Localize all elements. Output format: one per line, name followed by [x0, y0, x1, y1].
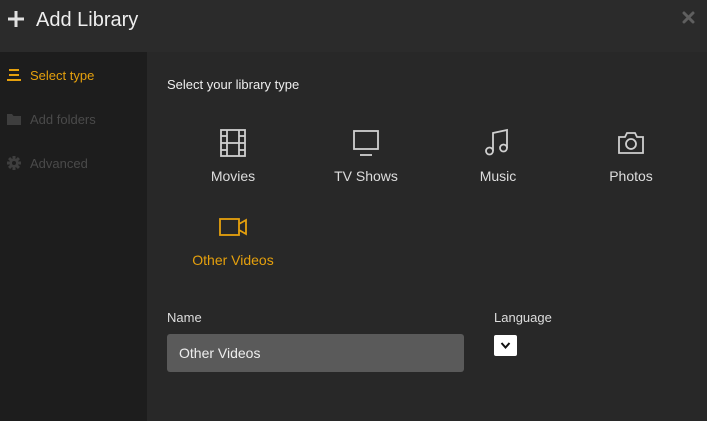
language-select[interactable]: [494, 335, 517, 356]
type-movies[interactable]: Movies: [168, 128, 298, 198]
folder-icon: [7, 114, 21, 125]
sidebar-item-select-type[interactable]: Select type: [6, 64, 144, 86]
main-panel: Select your library type Movies TV Shows…: [147, 52, 707, 421]
type-other-videos[interactable]: Other Videos: [168, 212, 298, 282]
camera-icon: [618, 132, 644, 154]
sidebar-item-label: Select type: [30, 67, 95, 83]
dialog-header: Add Library: [0, 0, 707, 52]
chevron-down-icon: [500, 342, 511, 350]
name-input[interactable]: [167, 334, 464, 372]
type-label: Movies: [210, 168, 256, 184]
gear-icon: [7, 156, 21, 170]
type-tv-shows[interactable]: TV Shows: [301, 128, 431, 198]
type-label: TV Shows: [334, 168, 398, 184]
dialog-title: Add Library: [36, 9, 139, 31]
close-icon[interactable]: [682, 11, 695, 24]
music-note-icon: [485, 128, 508, 156]
language-label: Language: [494, 310, 552, 325]
sidebar-item-advanced: Advanced: [6, 152, 144, 174]
type-photos[interactable]: Photos: [566, 128, 696, 198]
section-heading: Select your library type: [167, 77, 300, 92]
video-camera-icon: [219, 218, 247, 236]
tv-icon: [353, 130, 379, 156]
plus-icon: [8, 11, 24, 27]
type-label: Other Videos: [192, 252, 274, 268]
list-icon: [7, 69, 21, 81]
sidebar-item-label: Advanced: [30, 155, 88, 171]
type-label: Photos: [609, 168, 653, 184]
type-label: Music: [479, 168, 517, 184]
film-icon: [220, 129, 246, 157]
sidebar-item-label: Add folders: [30, 111, 96, 127]
sidebar: Select type Add folders Advanced: [0, 52, 147, 421]
type-music[interactable]: Music: [433, 128, 563, 198]
sidebar-item-add-folders: Add folders: [6, 108, 144, 130]
name-label: Name: [167, 310, 202, 325]
